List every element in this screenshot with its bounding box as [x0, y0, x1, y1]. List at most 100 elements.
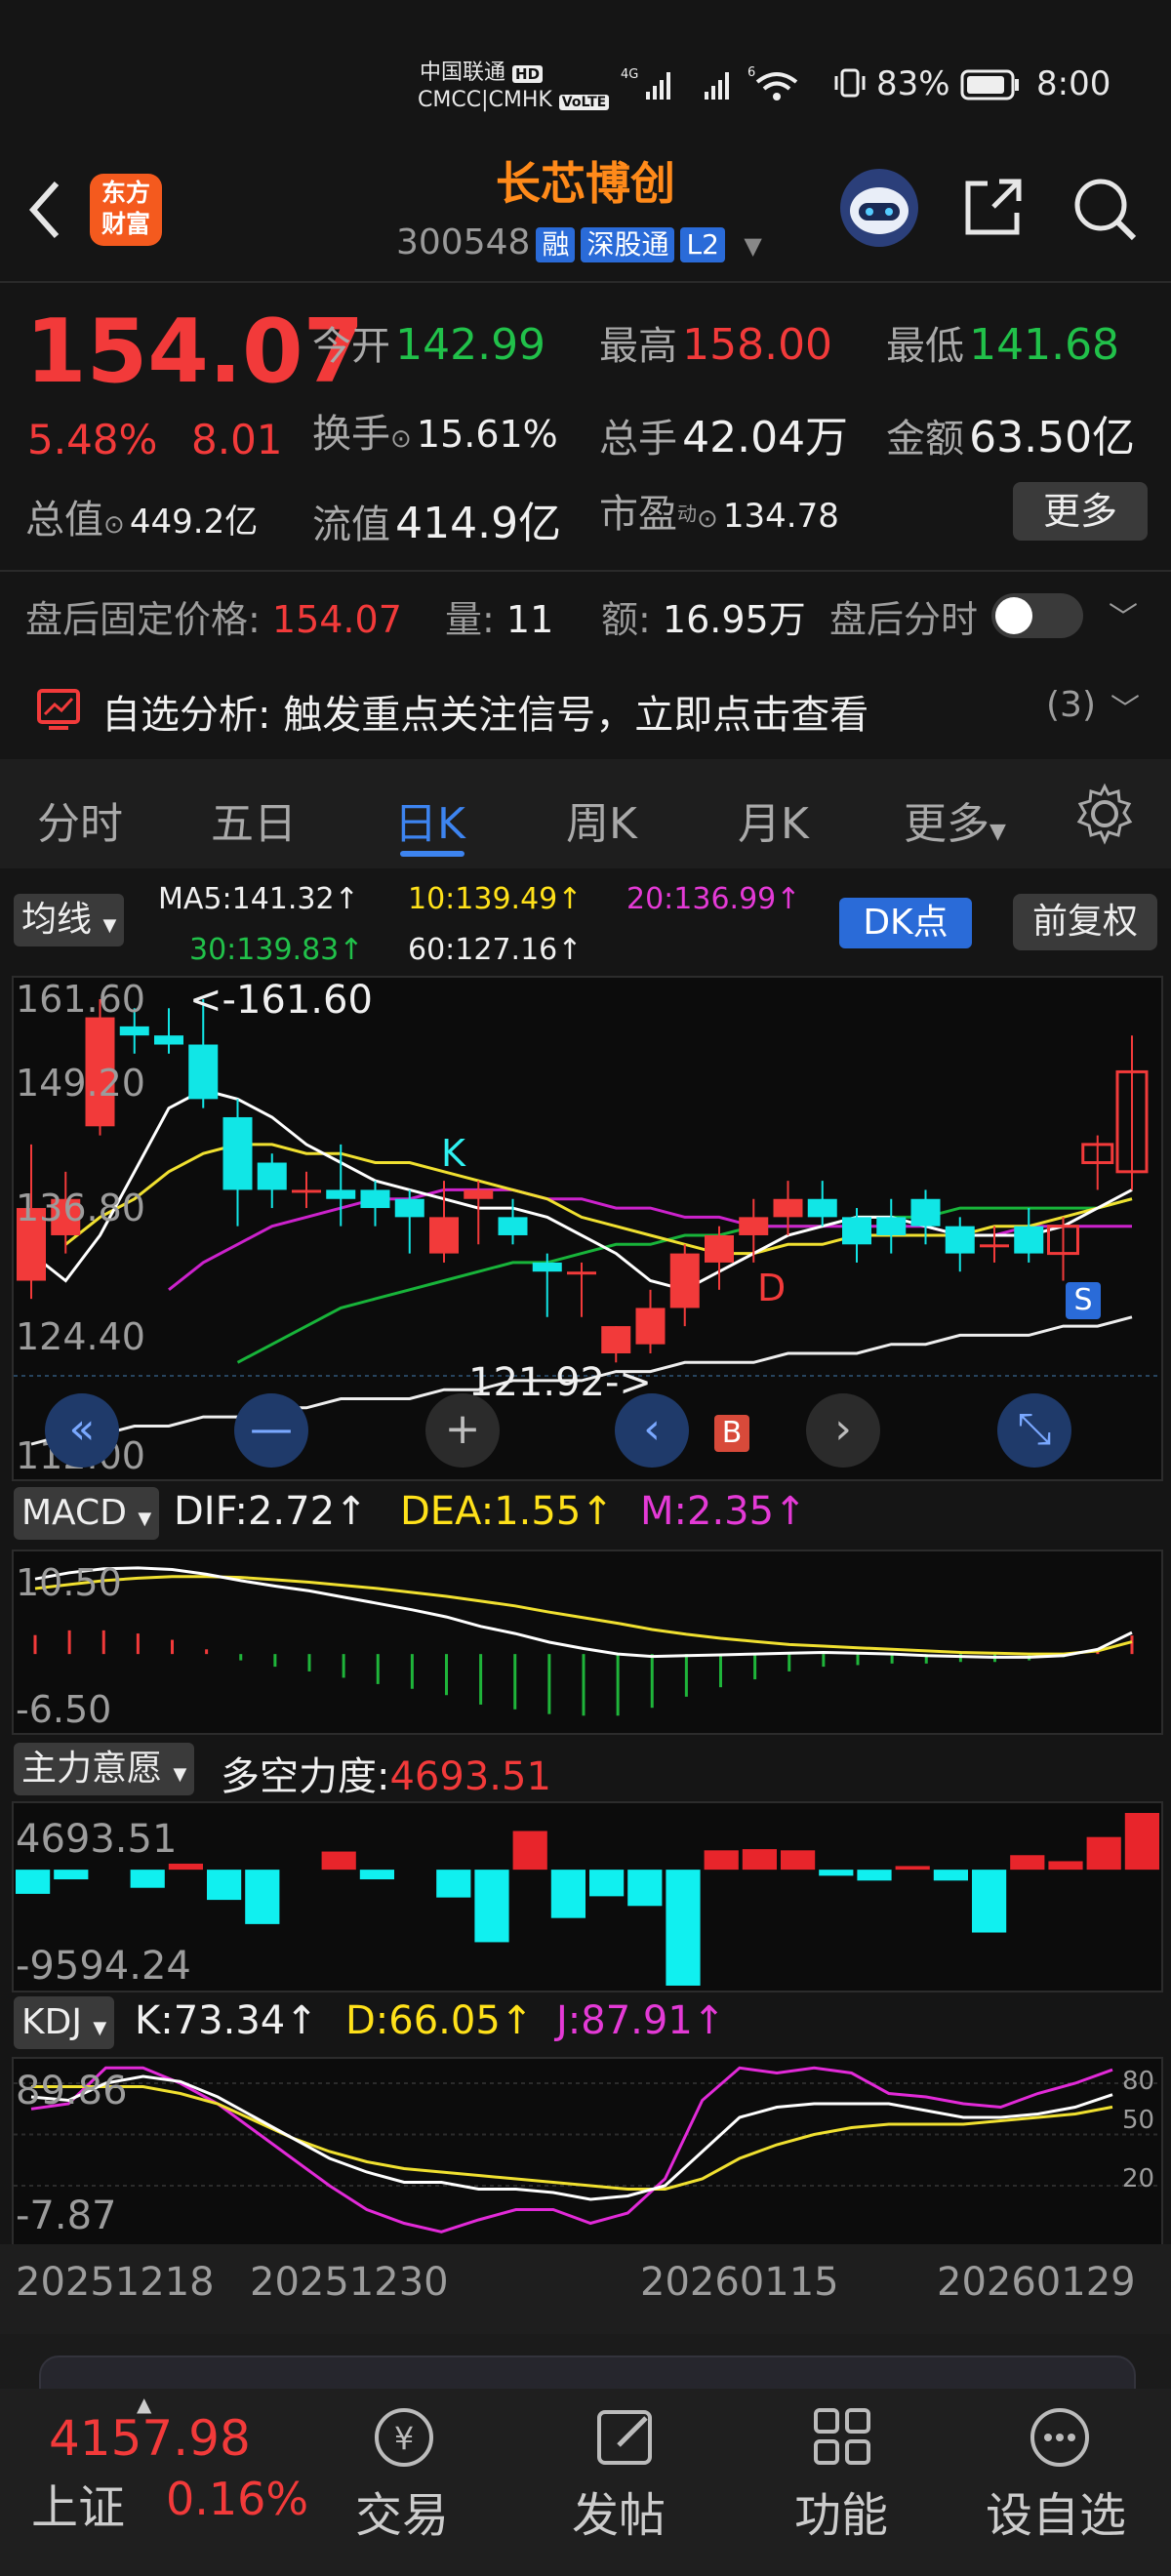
force-bar — [895, 1866, 930, 1871]
clock: 8:00 — [1036, 64, 1111, 103]
candle-body — [532, 1262, 562, 1272]
nav-functions[interactable]: 功能 — [794, 2476, 888, 2545]
indicator-selector[interactable]: 均线 ▼ — [14, 894, 125, 946]
force-bar — [245, 1870, 280, 1924]
after-hours-volume: 量: 11 — [445, 598, 554, 641]
candle-body — [876, 1217, 907, 1235]
after-hours-amount: 额: 16.95万 — [601, 598, 806, 641]
fullscreen-icon[interactable]: ⤡ — [997, 1393, 1071, 1468]
candle-body — [394, 1198, 424, 1218]
kline-panel[interactable] — [12, 976, 1163, 1481]
share-icon[interactable] — [958, 174, 1027, 246]
tab-more[interactable]: 更多▼ — [904, 788, 1006, 851]
analysis-chart-icon — [35, 685, 82, 736]
robot-assistant-icon[interactable] — [837, 166, 921, 254]
active-tab-indicator — [400, 851, 464, 857]
tab-five-day[interactable]: 五日 — [211, 788, 297, 851]
macd-panel[interactable] — [12, 1550, 1163, 1735]
force-bar — [550, 1870, 586, 1918]
candle-body — [601, 1326, 631, 1353]
post-icon[interactable] — [589, 2400, 664, 2478]
index-change-pct[interactable]: 0.16% — [166, 2473, 308, 2525]
kdj-ylabel-top: 89.86 — [16, 2069, 128, 2113]
signal-icon — [699, 64, 742, 107]
force-ylabel-top: 4693.51 — [16, 1817, 178, 1862]
force-bar — [321, 1851, 356, 1871]
high-field: 最高 158.00 — [599, 320, 833, 370]
index-name[interactable]: 上证 — [31, 2469, 125, 2537]
zoom-in-icon[interactable]: + — [425, 1393, 500, 1468]
svg-text:4G: 4G — [621, 67, 638, 82]
sell-signal-badge[interactable]: S — [1066, 1282, 1101, 1319]
tab-daily-k[interactable]: 日K — [394, 788, 465, 851]
carrier-primary: 中国联通 HD — [420, 55, 544, 86]
turnover-field: 换手⊙ 15.61% — [312, 412, 558, 457]
tab-weekly-k[interactable]: 周K — [566, 788, 637, 851]
k-signal-marker: K — [441, 1132, 465, 1175]
svg-text:6: 6 — [747, 65, 755, 80]
code-dropdown-icon[interactable]: ▼ — [744, 232, 761, 260]
macd-dea: DEA:1.55↑ — [400, 1489, 614, 1534]
candle-body — [705, 1234, 734, 1263]
kdj-ylabel-bottom: -7.87 — [16, 2194, 117, 2238]
candle-body — [842, 1217, 871, 1245]
kdj-panel[interactable] — [12, 2057, 1163, 2246]
trade-icon[interactable]: ¥ — [367, 2400, 441, 2478]
index-value[interactable]: 4157.98 — [49, 2410, 251, 2467]
scroll-right-icon[interactable]: › — [806, 1393, 880, 1468]
candle-body — [154, 1035, 183, 1045]
candle-body — [635, 1308, 666, 1345]
chevron-down-icon[interactable]: ﹀ — [1110, 685, 1140, 728]
buy-signal-badge[interactable]: B — [714, 1415, 749, 1452]
scroll-to-start-icon[interactable]: « — [45, 1393, 119, 1468]
stock-code: 300548 — [396, 222, 531, 262]
dk-point-button[interactable]: DK点 — [839, 898, 972, 948]
dea-line — [34, 1575, 1133, 1656]
scroll-left-icon[interactable]: ‹ — [615, 1393, 689, 1468]
force-bar — [972, 1870, 1007, 1933]
macd-dif: DIF:2.72↑ — [174, 1489, 368, 1534]
force-bar — [168, 1863, 203, 1871]
tab-intraday[interactable]: 分时 — [37, 788, 123, 851]
ma20-line — [168, 1187, 1132, 1291]
open-field: 今开 142.99 — [312, 320, 546, 370]
nav-trade[interactable]: 交易 — [355, 2476, 449, 2545]
more-button[interactable]: 更多 — [1013, 482, 1148, 541]
adjust-button[interactable]: 前复权 — [1013, 894, 1157, 950]
tab-monthly-k[interactable]: 月K — [738, 788, 809, 851]
kdj-selector[interactable]: KDJ ▼ — [14, 1996, 115, 2049]
kdj-d: D:66.05↑ — [345, 1998, 534, 2043]
candle-body — [1014, 1226, 1044, 1254]
candle-body — [910, 1198, 941, 1227]
kline-ylabel-0: 161.60 — [16, 978, 145, 1021]
info-icon: ⊙ — [390, 424, 412, 454]
macd-ylabel-bottom: -6.50 — [16, 1688, 112, 1731]
analysis-banner-text[interactable]: 自选分析: 触发重点关注信号，立即点击查看 — [101, 683, 868, 740]
nav-post[interactable]: 发帖 — [572, 2476, 666, 2545]
candle-body — [360, 1189, 390, 1209]
force-bar — [1124, 1812, 1159, 1871]
nav-add-watchlist[interactable]: 设自选 — [986, 2476, 1126, 2545]
toggle-knob — [995, 597, 1032, 634]
macd-selector[interactable]: MACD ▼ — [14, 1487, 160, 1540]
chevron-down-icon[interactable]: ﹀ — [1109, 593, 1138, 636]
candle-body — [326, 1189, 356, 1199]
after-hours-price: 盘后固定价格: 154.07 — [25, 598, 402, 641]
candle-body — [567, 1271, 596, 1275]
float-mv-field: 流值 414.9亿 — [312, 499, 562, 548]
functions-icon[interactable] — [806, 2400, 880, 2478]
search-icon[interactable] — [1070, 174, 1140, 248]
force-bar — [474, 1870, 509, 1943]
watchlist-icon[interactable] — [1023, 2400, 1097, 2478]
analysis-count[interactable]: (3) — [1046, 685, 1096, 725]
dif-line — [34, 1566, 1133, 1659]
ma30-label: 30:139.83↑ — [189, 933, 364, 967]
force-selector[interactable]: 主力意愿 ▼ — [14, 1743, 195, 1795]
settings-gear-icon[interactable] — [1073, 783, 1136, 849]
candle-body — [119, 1026, 149, 1036]
zoom-out-icon[interactable]: — — [234, 1393, 308, 1468]
ma5-label: MA5:141.32↑ — [158, 882, 359, 916]
candle-body — [222, 1116, 253, 1190]
after-hours-toggle[interactable] — [991, 593, 1083, 638]
macd-chart — [33, 1566, 1134, 1716]
